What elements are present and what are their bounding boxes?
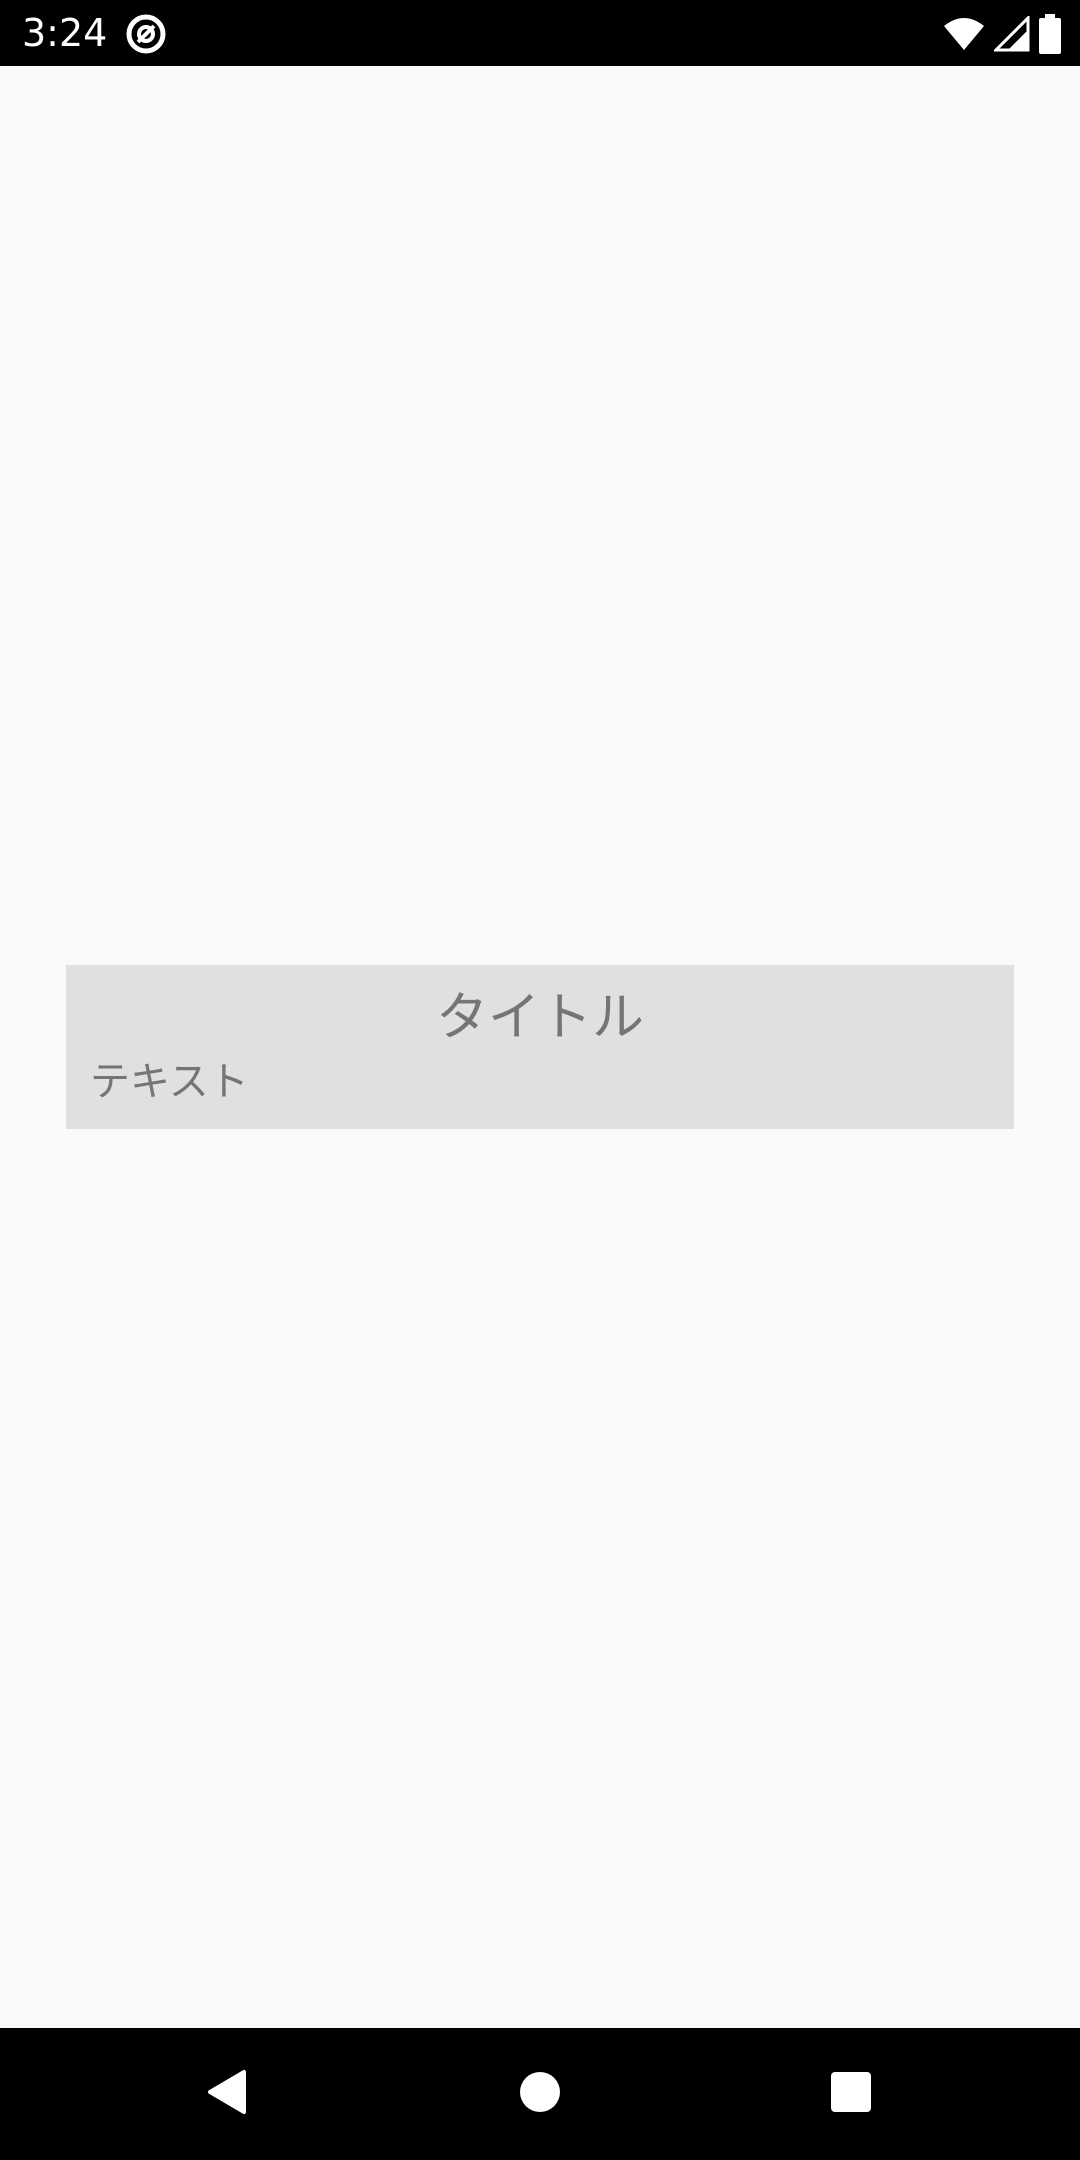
content-card: タイトル テキスト bbox=[66, 965, 1014, 1129]
status-bar: 3:24 bbox=[0, 0, 1080, 66]
cell-signal-icon bbox=[994, 16, 1030, 52]
recents-icon bbox=[829, 2070, 873, 2118]
card-text: テキスト bbox=[90, 1059, 249, 1105]
status-time: 3:24 bbox=[22, 11, 108, 55]
back-icon bbox=[204, 2068, 248, 2120]
status-icons bbox=[942, 12, 1062, 56]
battery-icon bbox=[1038, 14, 1062, 54]
card-title: タイトル bbox=[435, 988, 644, 1048]
wifi-icon bbox=[942, 16, 986, 52]
back-button[interactable] bbox=[156, 2028, 296, 2160]
recents-button[interactable] bbox=[781, 2028, 921, 2160]
navigation-bar bbox=[0, 2028, 1080, 2160]
home-button[interactable] bbox=[470, 2028, 610, 2160]
screen: 3:24 タイトル テキスト bbox=[0, 0, 1080, 2160]
home-icon bbox=[518, 2070, 562, 2118]
at-sign-circle-icon bbox=[124, 12, 168, 56]
